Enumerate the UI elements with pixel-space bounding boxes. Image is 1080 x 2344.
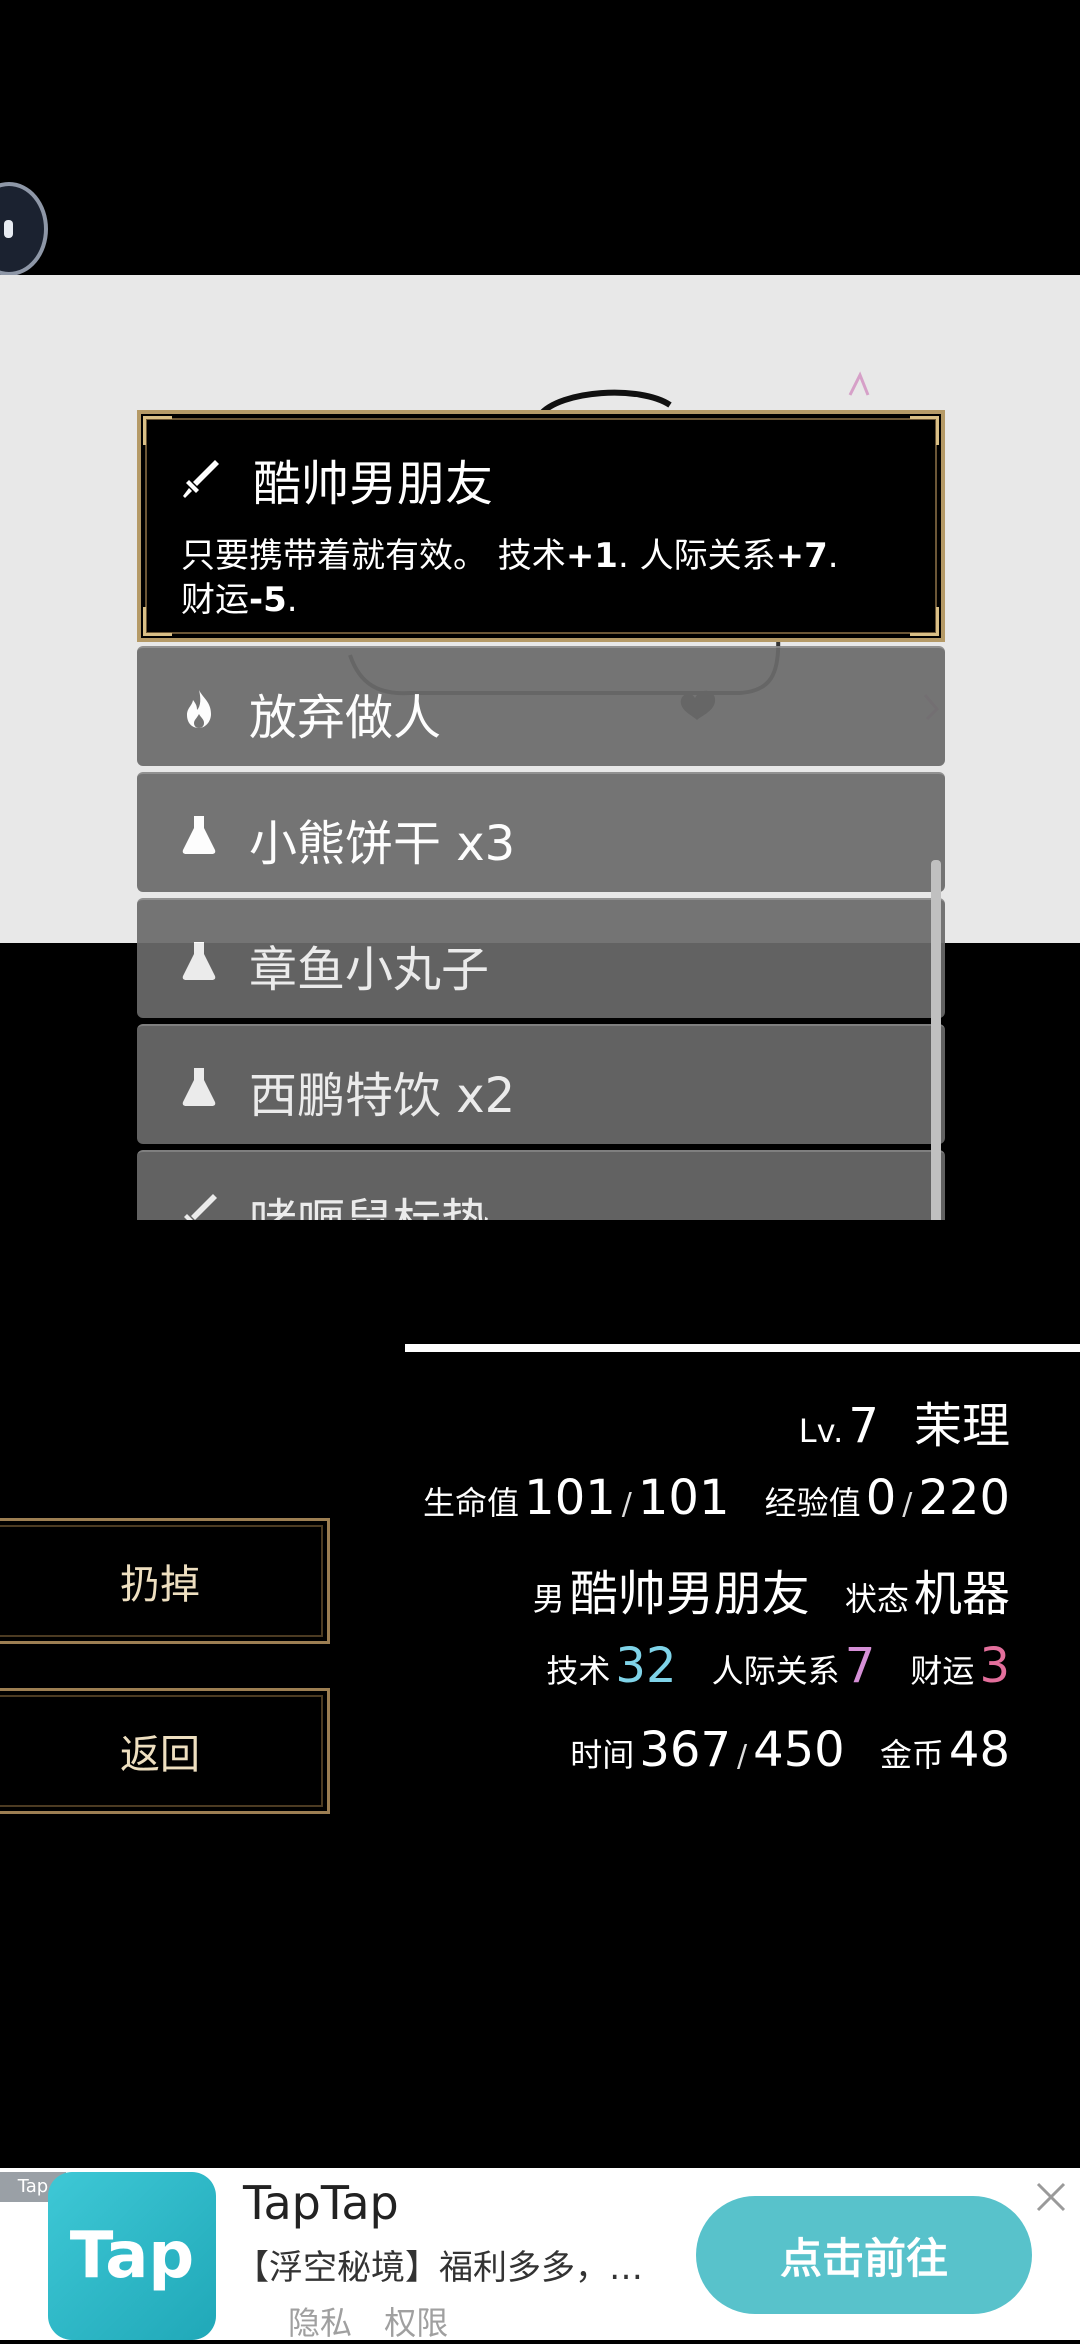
character-name: 茉理 <box>913 1398 1010 1454</box>
time-value: 367 <box>639 1722 731 1778</box>
luck-bonus: -5 <box>249 580 287 620</box>
close-icon[interactable] <box>1034 2180 1068 2214</box>
sword-icon <box>183 460 219 498</box>
ad-cta-button[interactable]: 点击前往 <box>696 2196 1032 2314</box>
back-button[interactable]: 返回 <box>0 1688 330 1814</box>
list-scrollbar[interactable] <box>931 860 941 1220</box>
list-item[interactable]: 小熊饼干 x3 <box>137 772 945 892</box>
discard-button[interactable]: 扔掉 <box>0 1518 330 1644</box>
frame-corner <box>143 416 172 445</box>
hp-label: 生命值 <box>423 1484 520 1522</box>
level-label: Lv. <box>798 1412 844 1450</box>
selected-item-description: 只要携带着就有效。 技术+1. 人际关系+7. 财运-5. <box>181 534 911 622</box>
social-bonus: +7 <box>775 536 828 576</box>
item-label: 章鱼小丸子 <box>249 942 490 998</box>
exp-value: 0 <box>865 1470 897 1526</box>
selected-item-name: 酷帅男朋友 <box>253 456 494 512</box>
stats-divider <box>405 1344 1080 1352</box>
attributes-line: 技术 32 人际关系 7 财运 3 <box>546 1638 1010 1694</box>
luck-label: 财运 <box>181 580 249 620</box>
sword-icon <box>184 1194 217 1220</box>
frame-corner <box>910 416 939 445</box>
skill-bonus: +1 <box>565 536 618 576</box>
time-max: 450 <box>753 1722 845 1778</box>
item-label: 小熊饼干 x3 <box>249 816 516 872</box>
exp-max: 220 <box>918 1470 1010 1526</box>
desc-sep: . <box>827 536 839 576</box>
list-item[interactable]: 啫喱鼠标垫 <box>137 1150 945 1220</box>
privacy-link[interactable]: 隐私 <box>288 2304 352 2342</box>
equipped-name: 酷帅男朋友 <box>569 1566 810 1622</box>
desc-sep: . 人际关系 <box>617 536 776 576</box>
potion-icon <box>182 816 216 854</box>
slash: / <box>902 1487 913 1522</box>
hp-exp-line: 生命值 101/101 经验值 0/220 <box>423 1470 1010 1526</box>
exp-label: 经验值 <box>764 1484 861 1522</box>
desc-end: . <box>286 580 298 620</box>
frame-corner <box>143 607 172 636</box>
gold-label: 金币 <box>879 1736 944 1774</box>
slash: / <box>621 1487 632 1522</box>
status-value: 机器 <box>913 1566 1010 1622</box>
time-label: 时间 <box>570 1736 635 1774</box>
inventory-panel: 酷帅男朋友 只要携带着就有效。 技术+1. 人际关系+7. 财运-5. 放弃做人… <box>137 410 945 1220</box>
ad-description[interactable]: 【浮空秘境】福利多多，轻... <box>235 2240 675 2289</box>
taptap-logo[interactable]: Tap <box>48 2172 216 2340</box>
list-item[interactable]: 章鱼小丸子 <box>137 898 945 1018</box>
status-label: 状态 <box>844 1580 909 1618</box>
hp-value: 101 <box>524 1470 616 1526</box>
selected-item-card[interactable]: 酷帅男朋友 只要携带着就有效。 技术+1. 人际关系+7. 财运-5. <box>137 410 945 642</box>
slash: / <box>736 1739 748 1774</box>
frame-corner <box>910 607 939 636</box>
desc-prefix: 只要携带着就有效。 技术 <box>181 536 566 576</box>
hp-max: 101 <box>637 1470 730 1526</box>
level-value: 7 <box>848 1398 879 1454</box>
list-item[interactable]: 放弃做人 <box>137 646 945 766</box>
ad-links: 隐私 权限 <box>288 2298 470 2344</box>
skill-label: 技术 <box>546 1652 611 1690</box>
floating-assistant-icon[interactable] <box>0 182 48 276</box>
luck-value: 3 <box>979 1638 1010 1694</box>
skill-value: 32 <box>615 1638 677 1694</box>
item-label: 啫喱鼠标垫 <box>249 1182 489 1220</box>
social-label: 人际关系 <box>711 1652 840 1690</box>
time-gold-line: 时间 367/450 金币 48 <box>570 1722 1010 1778</box>
flame-icon <box>187 690 211 728</box>
potion-icon <box>182 942 216 980</box>
item-label: 西鹏特饮 x2 <box>249 1068 516 1124</box>
list-item[interactable]: 西鹏特饮 x2 <box>137 1024 945 1144</box>
gender-label: 男 <box>532 1580 565 1618</box>
gender-status-line: 男 酷帅男朋友 状态 机器 <box>533 1554 1010 1624</box>
luck-label: 财运 <box>910 1652 975 1690</box>
ad-title[interactable]: TapTap <box>243 2176 399 2230</box>
item-label: 放弃做人 <box>249 690 442 746</box>
permission-link[interactable]: 权限 <box>384 2304 448 2342</box>
eye-mark <box>4 220 13 238</box>
social-value: 7 <box>844 1638 876 1694</box>
level-name-line: Lv. 7 茉理 <box>799 1386 1010 1456</box>
potion-icon <box>182 1068 216 1106</box>
gold-value: 48 <box>948 1722 1010 1778</box>
